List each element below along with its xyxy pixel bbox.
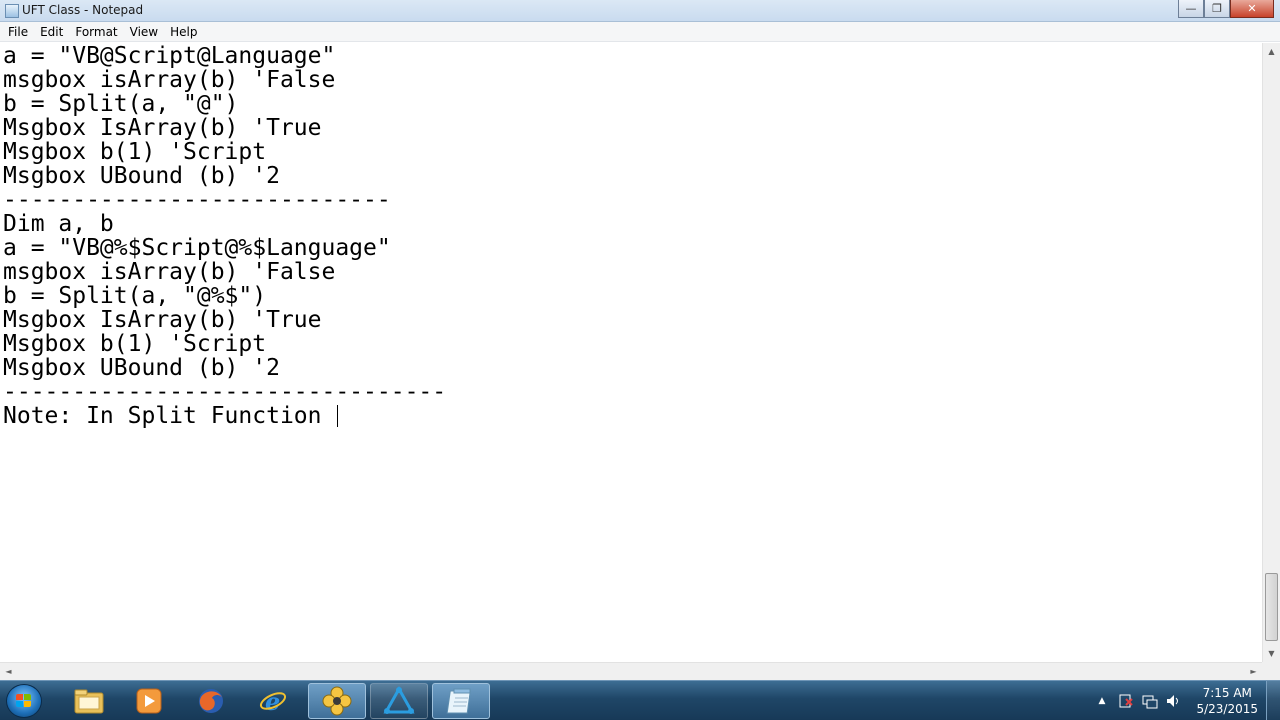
code-line: Msgbox UBound (b) '2 [3,163,280,189]
taskbar: e ▲ 7:15 AM 5/23/2015 [0,680,1280,720]
svg-text:e: e [265,687,280,716]
media-player-icon [136,688,162,714]
code-line: b = Split(a, "@") [3,91,239,117]
vertical-scrollbar[interactable]: ▲ ▼ [1262,43,1280,662]
volume-icon[interactable] [1166,693,1182,709]
internet-explorer-icon: e [259,687,287,716]
scroll-right-arrow-icon[interactable]: ► [1245,663,1262,680]
editor-lines: a = "VB@Script@Language" msgbox isArray(… [0,44,446,428]
current-line-text: Note: In Split Function [3,403,336,429]
taskbar-ie-button[interactable]: e [244,683,302,719]
scroll-left-arrow-icon[interactable]: ◄ [0,663,17,680]
taskbar-explorer-button[interactable] [60,683,118,719]
folder-icon [74,689,104,714]
clock[interactable]: 7:15 AM 5/23/2015 [1196,685,1258,717]
notepad-icon [446,688,471,714]
menu-bar: File Edit Format View Help [0,22,1280,42]
code-line: msgbox isArray(b) 'False [3,259,336,285]
menu-edit[interactable]: Edit [34,25,69,39]
horizontal-scrollbar[interactable]: ◄ ► [0,662,1262,680]
taskbar-notepad-button[interactable] [432,683,490,719]
code-line: Msgbox b(1) 'Script [3,331,267,357]
taskbar-flower-app-button[interactable] [308,683,366,719]
notepad-app-icon [5,4,19,18]
close-button[interactable]: ✕ [1230,0,1274,18]
network-icon[interactable] [1142,693,1158,709]
code-line: b = Split(a, "@%$") [3,283,267,309]
menu-file[interactable]: File [2,25,34,39]
taskbar-firefox-button[interactable] [182,683,240,719]
menu-format[interactable]: Format [69,25,123,39]
window-title: UFT Class - Notepad [22,3,144,17]
code-line: ---------------------------- [3,187,391,213]
scroll-down-arrow-icon[interactable]: ▼ [1263,645,1280,662]
taskbar-triangle-app-button[interactable] [370,683,428,719]
clock-date: 5/23/2015 [1196,702,1258,716]
minimize-button[interactable]: — [1178,0,1204,18]
firefox-icon [199,689,223,713]
maximize-button[interactable]: ❐ [1204,0,1230,18]
vertical-scroll-thumb[interactable] [1265,573,1278,641]
app-flower-icon [322,686,352,716]
window-controls: — ❐ ✕ [1178,0,1274,18]
menu-help[interactable]: Help [164,25,203,39]
show-desktop-button[interactable] [1266,681,1280,720]
menu-view[interactable]: View [124,25,164,39]
code-line: Msgbox b(1) 'Script [3,139,267,165]
text-editor[interactable]: a = "VB@Script@Language" msgbox isArray(… [0,43,1262,662]
action-center-icon[interactable] [1118,693,1134,709]
title-bar[interactable]: UFT Class - Notepad — ❐ ✕ [0,0,1280,22]
text-caret [337,405,339,427]
scrollbar-corner [1262,662,1280,680]
code-line: Msgbox IsArray(b) 'True [3,115,322,141]
start-button[interactable] [6,684,42,718]
taskbar-media-player-button[interactable] [120,683,178,719]
clock-time: 7:15 AM [1202,686,1252,700]
scroll-up-arrow-icon[interactable]: ▲ [1263,43,1280,60]
code-line-current: Note: In Split Function [0,404,446,428]
code-line: Msgbox UBound (b) '2 [3,355,280,381]
code-line: msgbox isArray(b) 'False [3,67,336,93]
code-line: a = "VB@Script@Language" [3,43,336,69]
windows-logo-icon [16,694,32,708]
app-triangle-icon [383,686,415,714]
code-line: -------------------------------- [3,379,447,405]
system-tray: ▲ 7:15 AM 5/23/2015 [1090,681,1280,720]
code-line: a = "VB@%$Script@%$Language" [3,235,391,261]
code-line: Msgbox IsArray(b) 'True [3,307,322,333]
show-hidden-icons-icon[interactable]: ▲ [1094,693,1110,709]
code-line: Dim a, b [3,211,114,237]
